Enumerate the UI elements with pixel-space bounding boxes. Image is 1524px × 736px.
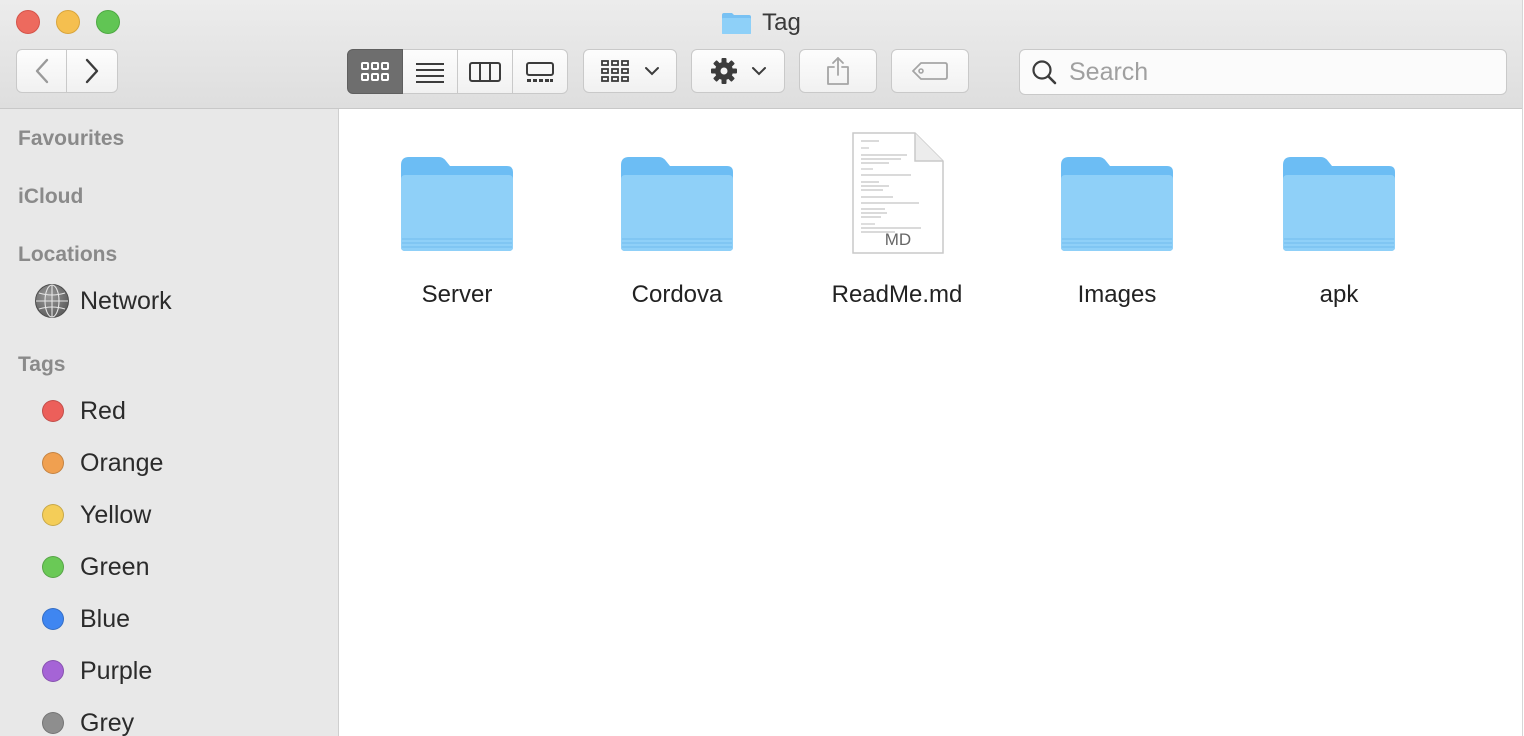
tag-color-dot	[42, 504, 64, 526]
sidebar-item-network[interactable]: Network	[34, 281, 324, 321]
folder-icon	[722, 13, 752, 34]
locations-header[interactable]: Locations	[18, 243, 117, 267]
network-globe-icon	[35, 284, 69, 318]
search-icon	[1032, 60, 1057, 85]
share-button[interactable]	[799, 49, 877, 93]
file-item-images[interactable]: Images	[1017, 125, 1217, 315]
sidebar-item-label: Yellow	[80, 500, 152, 529]
file-item-readme[interactable]: MD ReadMe.md	[797, 125, 997, 315]
finder-window: Tag Search Favourites iCloud Locations N…	[0, 0, 1523, 736]
share-icon	[827, 57, 849, 85]
sidebar-tag-orange[interactable]: Orange	[34, 443, 324, 483]
sidebar-tag-red[interactable]: Red	[34, 391, 324, 431]
file-item-cordova[interactable]: Cordova	[577, 125, 777, 315]
file-name: ReadMe.md	[831, 281, 963, 308]
tag-color-dot	[42, 556, 64, 578]
sidebar-item-label: Red	[80, 396, 126, 425]
file-name: apk	[1319, 281, 1359, 308]
tag-color-dot	[42, 452, 64, 474]
tags-header[interactable]: Tags	[18, 353, 65, 377]
sidebar-tag-grey[interactable]: Grey	[34, 703, 324, 736]
icon-view-icon	[361, 61, 389, 81]
markdown-document-icon: MD	[835, 125, 959, 255]
list-view-button[interactable]	[403, 49, 458, 94]
document-badge: MD	[885, 230, 911, 249]
gallery-view-icon	[526, 61, 554, 82]
view-mode-selector	[347, 49, 568, 94]
gear-icon	[711, 58, 737, 84]
sidebar-tag-purple[interactable]: Purple	[34, 651, 324, 691]
column-view-button[interactable]	[458, 49, 513, 94]
file-name: Server	[421, 281, 493, 308]
file-item-apk[interactable]: apk	[1239, 125, 1439, 315]
sidebar-tag-blue[interactable]: Blue	[34, 599, 324, 639]
chevron-down-icon	[752, 67, 766, 76]
tag-icon	[912, 62, 948, 80]
icon-view-button[interactable]	[347, 49, 403, 94]
list-view-icon	[416, 62, 444, 83]
chevron-left-icon	[35, 58, 48, 84]
gallery-view-button[interactable]	[513, 49, 568, 94]
file-item-server[interactable]: Server	[357, 125, 557, 315]
favourites-header[interactable]: Favourites	[18, 127, 124, 151]
sidebar-item-label: Green	[80, 552, 150, 581]
icloud-header[interactable]: iCloud	[18, 185, 83, 209]
sidebar-item-label: Network	[80, 286, 172, 315]
sidebar-item-label: Purple	[80, 656, 153, 685]
file-name: Cordova	[631, 281, 723, 308]
sidebar-tag-yellow[interactable]: Yellow	[34, 495, 324, 535]
forward-button[interactable]	[67, 49, 118, 93]
group-by-button[interactable]	[583, 49, 677, 93]
column-view-icon	[469, 61, 501, 82]
file-name: Images	[1077, 281, 1157, 308]
search-field[interactable]	[1019, 49, 1507, 95]
tag-button[interactable]	[891, 49, 969, 93]
chevron-down-icon	[645, 67, 659, 76]
back-button[interactable]	[16, 49, 67, 93]
toolbar: Tag	[0, 0, 1522, 109]
group-grid-icon	[601, 60, 629, 82]
window-title: Tag	[762, 9, 801, 36]
search-input[interactable]	[1067, 56, 1506, 88]
chevron-right-icon	[85, 58, 99, 84]
folder-icon	[1055, 125, 1179, 255]
window-title-bar: Tag	[0, 8, 1522, 38]
action-menu-button[interactable]	[691, 49, 785, 93]
sidebar-item-label: Orange	[80, 448, 164, 477]
folder-icon	[1277, 125, 1401, 255]
folder-icon	[615, 125, 739, 255]
tag-color-dot	[42, 400, 64, 422]
tag-color-dot	[42, 608, 64, 630]
file-icon-grid: Server Cordova MD ReadMe.md Images apk	[340, 110, 1522, 736]
tag-color-dot	[42, 660, 64, 682]
sidebar-tag-green[interactable]: Green	[34, 547, 324, 587]
sidebar-item-label: Blue	[80, 604, 131, 633]
folder-icon	[395, 125, 519, 255]
sidebar: Favourites iCloud Locations Network Tags…	[0, 109, 339, 736]
sidebar-item-label: Grey	[80, 708, 135, 736]
tag-color-dot	[42, 712, 64, 734]
